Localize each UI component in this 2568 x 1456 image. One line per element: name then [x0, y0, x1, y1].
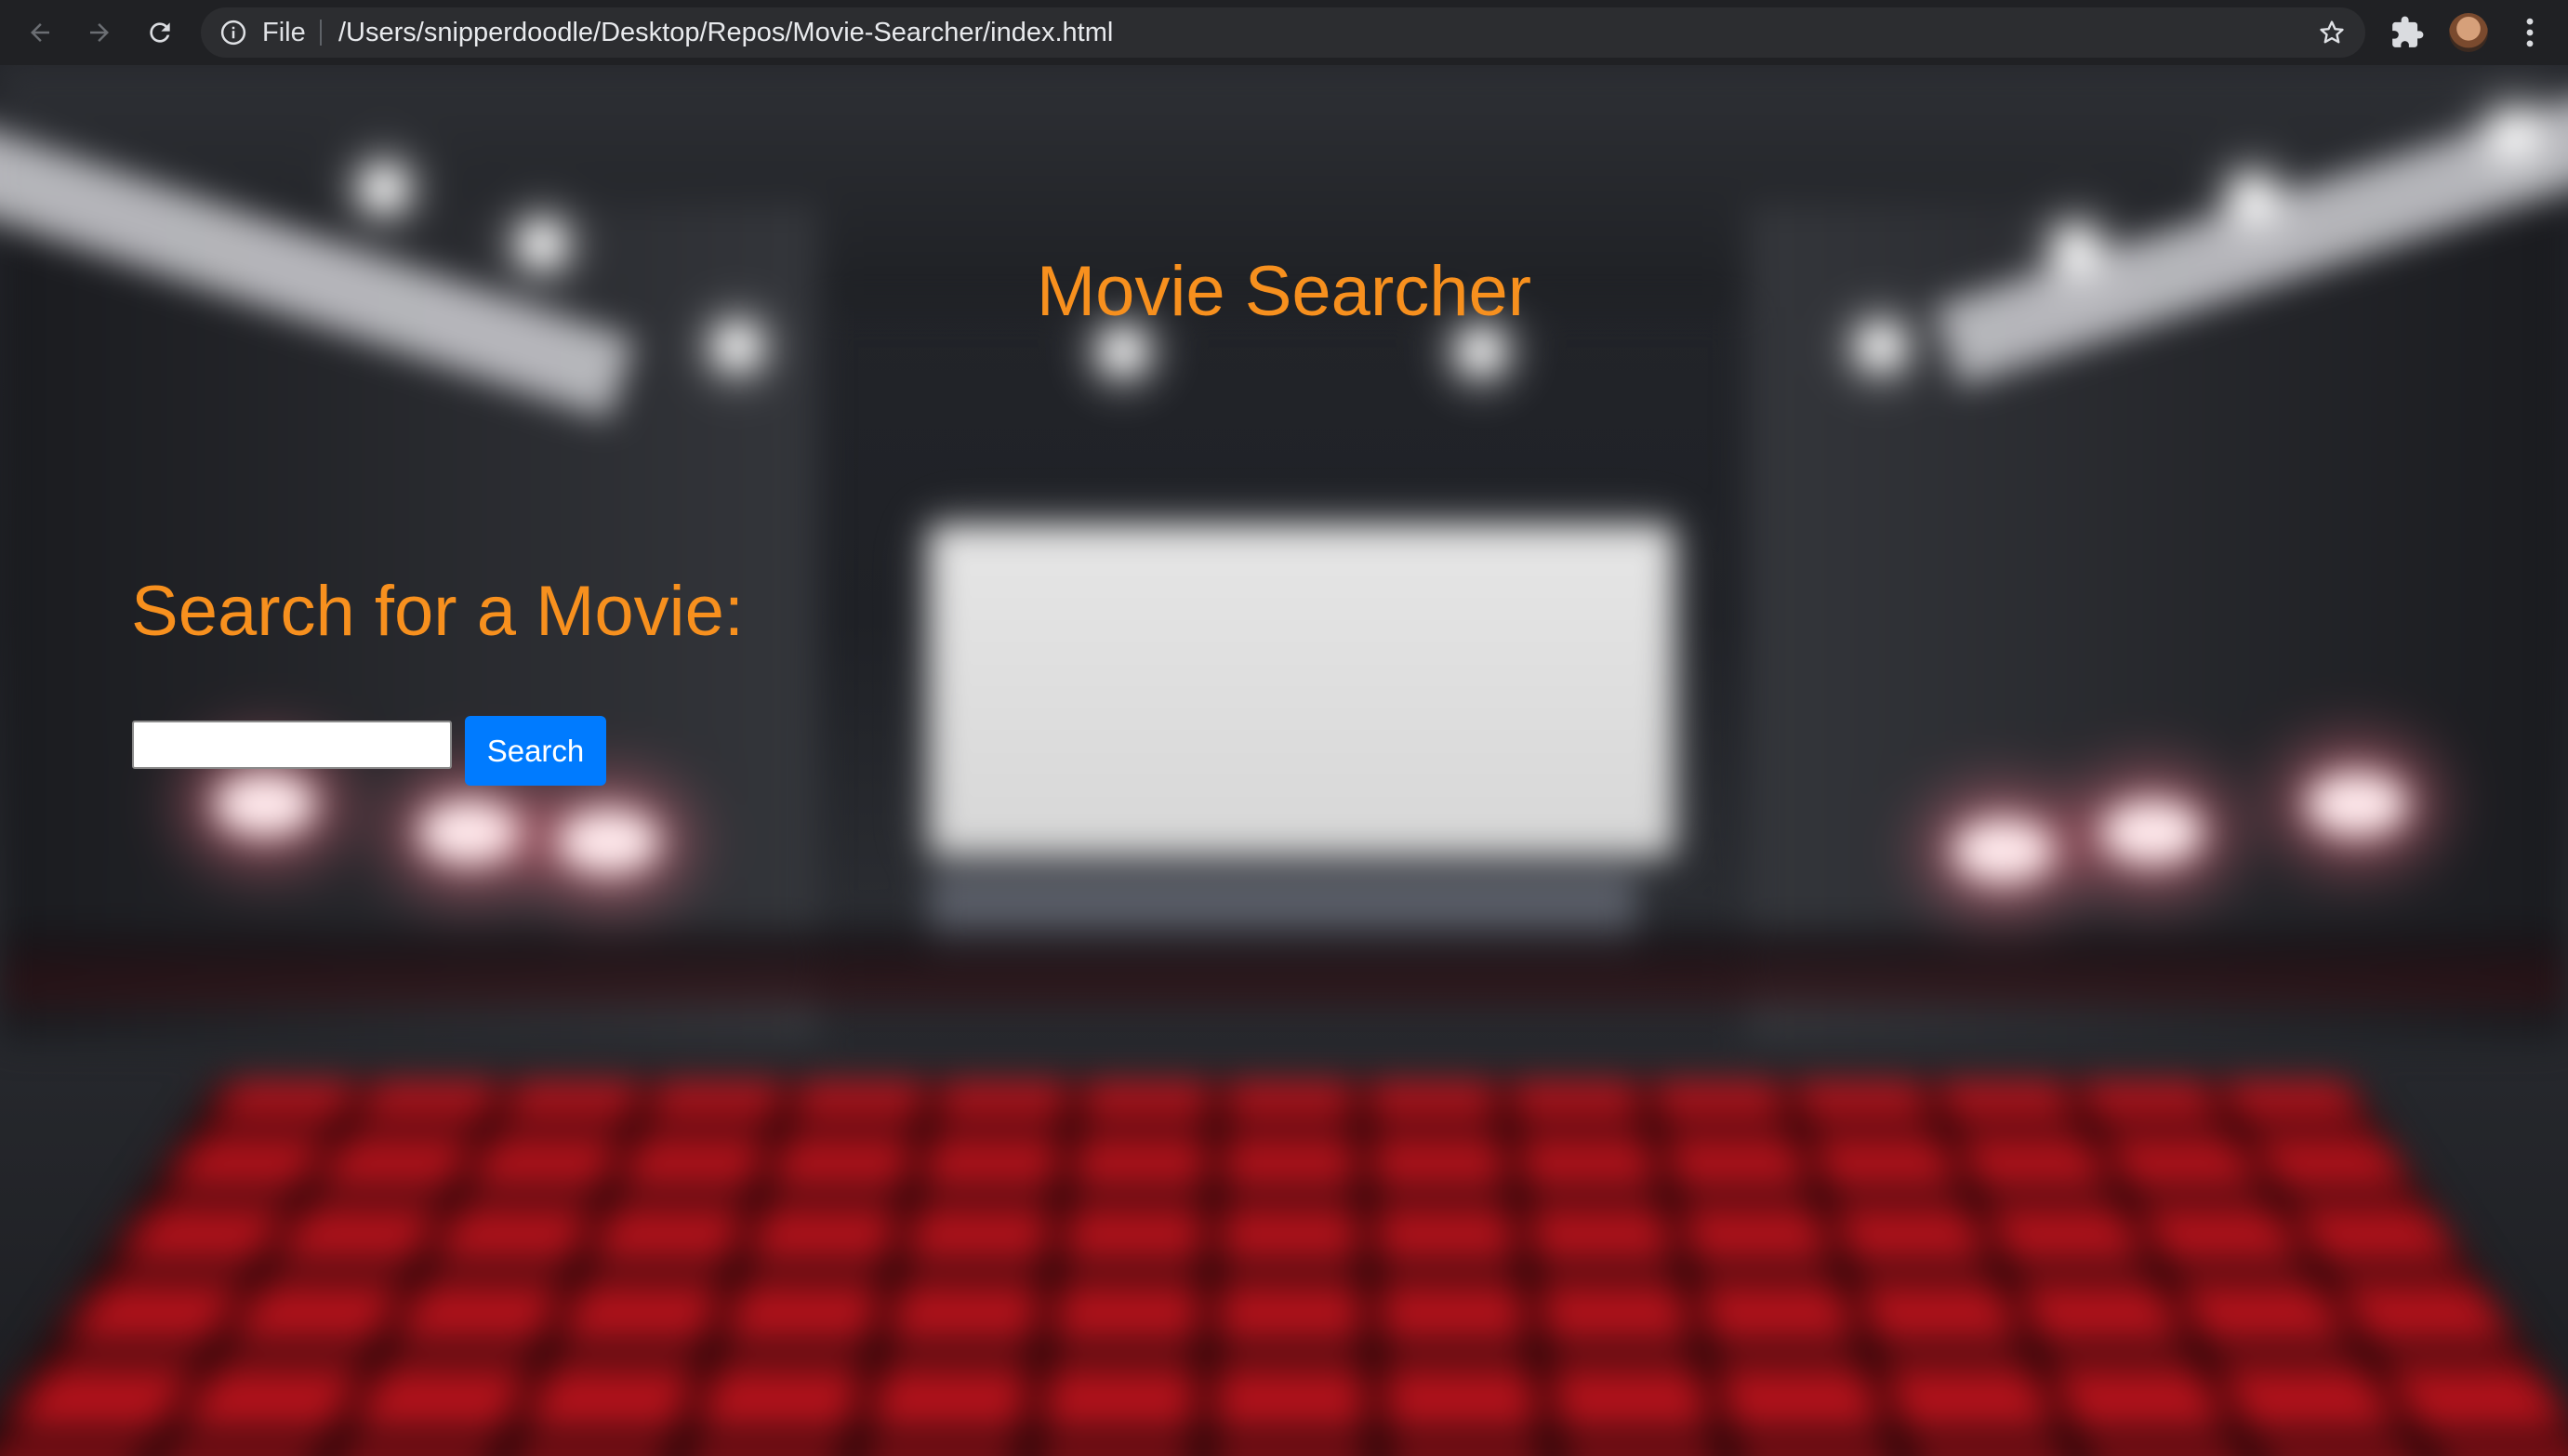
- browser-toolbar: File /Users/snipperdoodle/Desktop/Repos/…: [0, 0, 2568, 65]
- reload-icon: [150, 22, 170, 43]
- search-button[interactable]: Search: [465, 716, 606, 786]
- address-bar[interactable]: File /Users/snipperdoodle/Desktop/Repos/…: [201, 7, 2365, 58]
- arrow-right-icon: [90, 23, 109, 42]
- reload-button[interactable]: [140, 13, 179, 52]
- address-divider: [320, 20, 322, 46]
- address-url[interactable]: /Users/snipperdoodle/Desktop/Repos/Movie…: [338, 18, 1113, 47]
- info-icon[interactable]: [219, 19, 247, 46]
- page-title: Movie Searcher: [1036, 251, 1532, 331]
- arrow-left-icon: [31, 23, 49, 42]
- back-button[interactable]: [20, 13, 60, 52]
- page-viewport: Movie Searcher Search for a Movie: Searc…: [0, 65, 2568, 1456]
- browser-menu-button[interactable]: [2510, 13, 2549, 52]
- address-scheme: File: [262, 18, 306, 47]
- forward-button[interactable]: [80, 13, 119, 52]
- kebab-menu-icon: [2526, 18, 2534, 47]
- search-input[interactable]: [132, 721, 452, 769]
- puzzle-icon[interactable]: [2389, 15, 2425, 50]
- star-icon[interactable]: [2317, 18, 2347, 47]
- search-heading: Search for a Movie:: [131, 572, 744, 651]
- avatar[interactable]: [2449, 13, 2488, 52]
